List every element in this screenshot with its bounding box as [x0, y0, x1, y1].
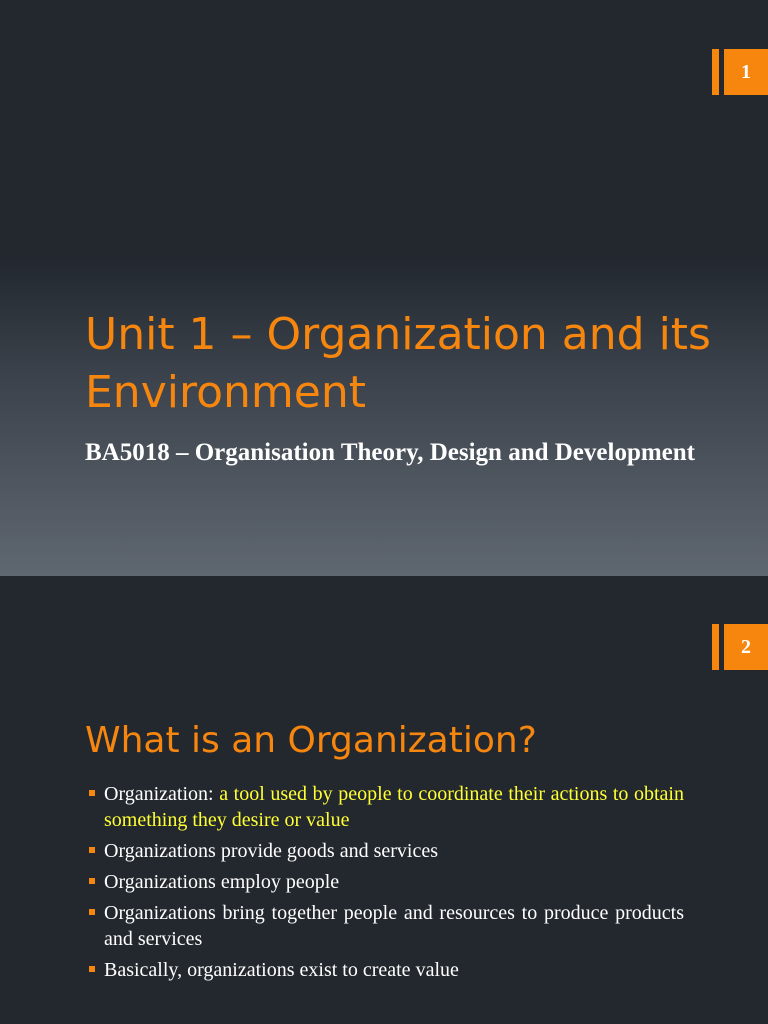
square-bullet-icon	[89, 909, 95, 915]
square-bullet-icon	[89, 878, 95, 884]
bullet-text: Organization:	[104, 783, 220, 805]
badge-accent-bar	[712, 49, 719, 95]
slide-title: What is an Organization?	[85, 720, 537, 761]
badge-accent-bar	[712, 624, 719, 670]
square-bullet-icon	[89, 790, 95, 796]
bullet-text: Organizations provide goods and services	[104, 840, 438, 862]
bullet-item: Organization: a tool used by people to c…	[88, 781, 684, 833]
slide-2: 2 What is an Organization? Organization:…	[0, 576, 768, 1024]
bullet-text: Basically, organizations exist to create…	[104, 959, 459, 981]
square-bullet-icon	[89, 966, 95, 972]
bullet-text: Organizations bring together people and …	[104, 902, 684, 950]
slide-number-badge: 2	[712, 624, 768, 670]
slide-number: 1	[724, 49, 768, 95]
bullet-item: Organizations employ people	[88, 869, 684, 895]
slide-subtitle: BA5018 – Organisation Theory, Design and…	[85, 439, 695, 466]
bullet-item: Organizations provide goods and services	[88, 838, 684, 864]
slide-number: 2	[724, 624, 768, 670]
bullet-item: Basically, organizations exist to create…	[88, 957, 684, 983]
bullet-text: Organizations employ people	[104, 871, 340, 893]
square-bullet-icon	[89, 847, 95, 853]
slide-title: Unit 1 – Organization and its Environmen…	[85, 309, 711, 418]
bullet-item: Organizations bring together people and …	[88, 900, 684, 952]
slide-number-badge: 1	[712, 49, 768, 95]
slide-1: 1 Unit 1 – Organization and its Environm…	[0, 0, 768, 576]
bullet-list: Organization: a tool used by people to c…	[88, 781, 684, 988]
